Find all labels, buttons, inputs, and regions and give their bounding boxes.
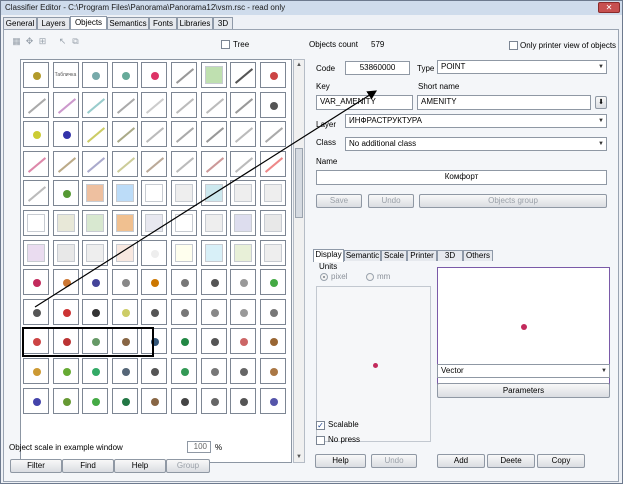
classifier-editor-window: Classifier Editor - C:\Program Files\Pan… <box>0 0 623 484</box>
objects-panel: ▦ ✥ ⊞ ↖ ⧉ Tree Табличка ▲ ▼ Object scale… <box>3 29 619 482</box>
window-title: Classifier Editor - C:\Program Files\Pan… <box>5 3 286 12</box>
tab-layers[interactable]: Layers <box>37 17 70 29</box>
selection-arrow <box>34 90 378 308</box>
tab-general[interactable]: General <box>3 17 37 29</box>
arrow-line <box>34 90 378 308</box>
tab-3d[interactable]: 3D <box>213 17 233 29</box>
tab-objects[interactable]: Objects <box>70 16 107 30</box>
tab-semantics[interactable]: Semantics <box>107 17 149 29</box>
tab-libraries[interactable]: Libraries <box>177 17 213 29</box>
tab-fonts[interactable]: Fonts <box>149 17 177 29</box>
close-icon[interactable]: ✕ <box>598 2 620 13</box>
title-bar: Classifier Editor - C:\Program Files\Pan… <box>1 1 622 15</box>
